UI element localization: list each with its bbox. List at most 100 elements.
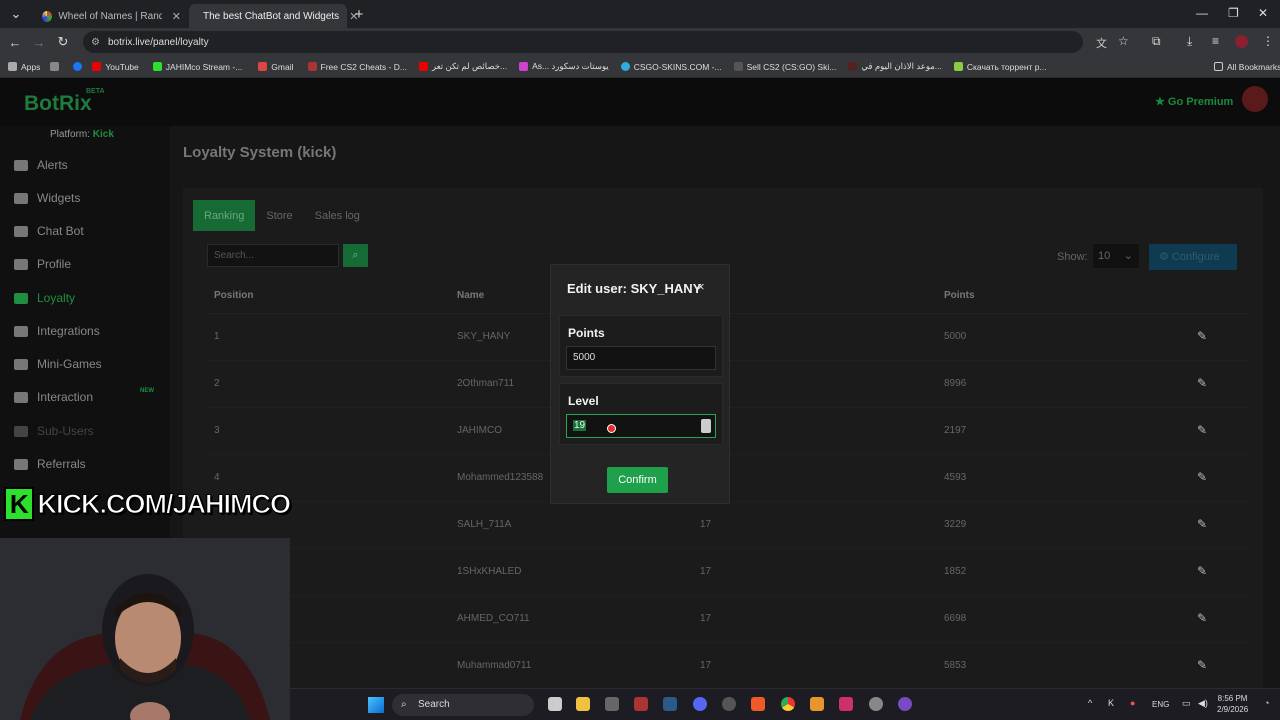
sidebar-item-integrations[interactable]: Integrations bbox=[14, 324, 100, 338]
botrix-logo[interactable]: BotRix bbox=[24, 92, 92, 116]
sidebar-item-loyalty[interactable]: Loyalty bbox=[14, 291, 75, 305]
close-tab-icon[interactable]: ✕ bbox=[172, 10, 181, 23]
taskbar-search[interactable]: ⌕ Search bbox=[392, 694, 534, 716]
tab-sales-log[interactable]: Sales log bbox=[304, 200, 371, 231]
microphone-icon[interactable]: ● bbox=[1130, 698, 1135, 708]
go-premium-link[interactable]: ★ Go Premium bbox=[1155, 95, 1233, 108]
tab-store[interactable]: Store bbox=[255, 200, 303, 231]
media-player-icon[interactable] bbox=[898, 697, 912, 711]
search-input[interactable]: Search... bbox=[207, 244, 339, 267]
tab-search-icon[interactable]: ⌄ bbox=[4, 6, 28, 22]
page-size-select[interactable]: 10 ⌄ bbox=[1093, 244, 1139, 268]
edit-pencil-icon[interactable]: ✎ bbox=[1197, 329, 1210, 343]
edit-pencil-icon[interactable]: ✎ bbox=[1197, 658, 1210, 672]
points-label: Points bbox=[568, 326, 605, 340]
bookmark-arabic-1[interactable]: خصائص لم تكن تعر... bbox=[418, 61, 507, 72]
bookmark-youtube[interactable]: YouTube bbox=[92, 61, 139, 72]
obs-icon[interactable] bbox=[722, 697, 736, 711]
header-points[interactable]: Points bbox=[944, 290, 975, 301]
profile-icon[interactable] bbox=[1235, 35, 1248, 48]
sidebar-item-widgets[interactable]: Widgets bbox=[14, 191, 80, 205]
tab-label: The best ChatBot and Widgets bbox=[203, 10, 340, 22]
site-info-icon[interactable]: ⚙ bbox=[91, 37, 100, 48]
edit-pencil-icon[interactable]: ✎ bbox=[1197, 423, 1210, 437]
extensions-icon[interactable]: ⧉ bbox=[1152, 34, 1161, 49]
new-badge: NEW bbox=[140, 388, 154, 394]
apps-grid-icon bbox=[8, 62, 17, 71]
bookmark-facebook[interactable] bbox=[73, 62, 86, 71]
edit-pencil-icon[interactable]: ✎ bbox=[1197, 517, 1210, 531]
browser-tab-botrix[interactable]: The best ChatBot and Widgets ✕ bbox=[189, 4, 358, 28]
notification-icon[interactable]: ◔ bbox=[1264, 698, 1269, 708]
new-tab-button[interactable]: + bbox=[347, 6, 371, 23]
bookmark-discord-posts[interactable]: As... يوستات دسكورد bbox=[519, 61, 609, 72]
app-triangle-icon[interactable] bbox=[634, 697, 648, 711]
bookmark-csgo-skins[interactable]: CSGO-SKINS.COM -... bbox=[620, 62, 722, 72]
level-input[interactable]: 19 bbox=[566, 414, 716, 438]
tray-chevron-icon[interactable]: ^ bbox=[1088, 698, 1092, 708]
points-input[interactable]: 5000 bbox=[566, 346, 716, 370]
translate-icon[interactable]: 文 bbox=[1096, 35, 1107, 51]
sidebar-item-profile[interactable]: Profile bbox=[14, 257, 71, 271]
bookmark-apps[interactable]: Apps bbox=[8, 62, 40, 72]
sidebar-item-mini-games[interactable]: Mini-Games bbox=[14, 357, 102, 371]
discord-icon[interactable] bbox=[693, 697, 707, 711]
bookmark-cheats[interactable]: Free CS2 Cheats - D... bbox=[307, 62, 407, 72]
confirm-button[interactable]: Confirm bbox=[607, 467, 668, 493]
sidebar-item-alerts[interactable]: Alerts bbox=[14, 158, 68, 172]
number-stepper-icon[interactable] bbox=[701, 419, 711, 433]
edit-pencil-icon[interactable]: ✎ bbox=[1197, 564, 1210, 578]
app-orange-icon[interactable] bbox=[810, 697, 824, 711]
network-icon[interactable]: ▭ bbox=[1182, 698, 1191, 709]
bookmark-jahimco[interactable]: JAHIMco Stream -... bbox=[152, 62, 242, 72]
close-icon[interactable]: × bbox=[697, 279, 705, 294]
search-button[interactable]: ⌕ bbox=[343, 244, 368, 267]
app-g-icon[interactable] bbox=[605, 697, 619, 711]
windows-start-icon[interactable] bbox=[368, 697, 384, 713]
bookmark-sell-cs2[interactable]: Sell CS2 (CS:GO) Ski... bbox=[733, 62, 836, 72]
configure-label: Configure bbox=[1171, 251, 1220, 263]
browser-tab-wheel[interactable]: Wheel of Names | Random nam ✕ bbox=[34, 4, 189, 28]
sidebar-item-chat-bot[interactable]: Chat Bot bbox=[14, 224, 84, 238]
media-icon[interactable]: ≡ bbox=[1212, 34, 1219, 48]
tray-kick-icon[interactable]: K bbox=[1108, 698, 1114, 708]
forward-icon[interactable]: → bbox=[27, 35, 51, 50]
edit-pencil-icon[interactable]: ✎ bbox=[1197, 376, 1210, 390]
tab-ranking[interactable]: Ranking bbox=[193, 200, 256, 231]
back-icon[interactable]: ← bbox=[3, 35, 27, 50]
all-bookmarks[interactable]: All Bookmarks bbox=[1214, 62, 1280, 72]
browser-tab-strip: ⌄ Wheel of Names | Random nam ✕ The best… bbox=[0, 0, 1280, 28]
edit-pencil-icon[interactable]: ✎ bbox=[1197, 611, 1210, 625]
bookmark-prayer-times[interactable]: موعد الاذان اليوم في... bbox=[848, 61, 942, 72]
task-view-icon[interactable] bbox=[548, 697, 562, 711]
language-indicator[interactable]: ENG bbox=[1152, 700, 1169, 709]
header-name[interactable]: Name bbox=[457, 290, 484, 301]
downloads-icon[interactable]: ⤓ bbox=[1187, 34, 1192, 49]
user-avatar[interactable] bbox=[1242, 86, 1268, 112]
bookmark-grid[interactable] bbox=[50, 62, 63, 71]
bookmark-torrent[interactable]: Скачать торрент р... bbox=[953, 62, 1047, 72]
volume-icon[interactable]: ◀) bbox=[1198, 698, 1208, 709]
sidebar-item-interaction[interactable]: Interaction bbox=[14, 390, 93, 404]
edit-pencil-icon[interactable]: ✎ bbox=[1197, 470, 1210, 484]
reload-icon[interactable]: ↻ bbox=[51, 34, 75, 50]
sidebar-item-referrals[interactable]: Referrals bbox=[14, 457, 86, 471]
settings-icon[interactable] bbox=[869, 697, 883, 711]
header-position[interactable]: Position bbox=[214, 290, 253, 301]
restore-icon[interactable]: ❐ bbox=[1228, 6, 1239, 20]
brave-icon[interactable] bbox=[751, 697, 765, 711]
chrome-icon[interactable] bbox=[781, 697, 795, 711]
window-close-icon[interactable]: ✕ bbox=[1258, 6, 1268, 20]
minimize-icon[interactable]: — bbox=[1196, 6, 1208, 20]
menu-icon[interactable]: ⋮ bbox=[1262, 34, 1274, 48]
system-clock[interactable]: 8:56 PM 2/9/2026 bbox=[1217, 693, 1248, 715]
bookmark-gmail[interactable]: Gmail bbox=[258, 62, 294, 72]
file-explorer-icon[interactable] bbox=[576, 697, 590, 711]
app-pink-icon[interactable] bbox=[839, 697, 853, 711]
steam-icon[interactable] bbox=[663, 697, 677, 711]
sidebar-item-sub-users[interactable]: Sub-Users bbox=[14, 424, 94, 438]
configure-button[interactable]: ⚙ Configure bbox=[1149, 244, 1237, 270]
bookmark-star-icon[interactable]: ☆ bbox=[1118, 34, 1129, 48]
bookmark-label: YouTube bbox=[105, 61, 139, 72]
address-bar[interactable]: ⚙ botrix.live/panel/loyalty bbox=[83, 31, 1083, 53]
